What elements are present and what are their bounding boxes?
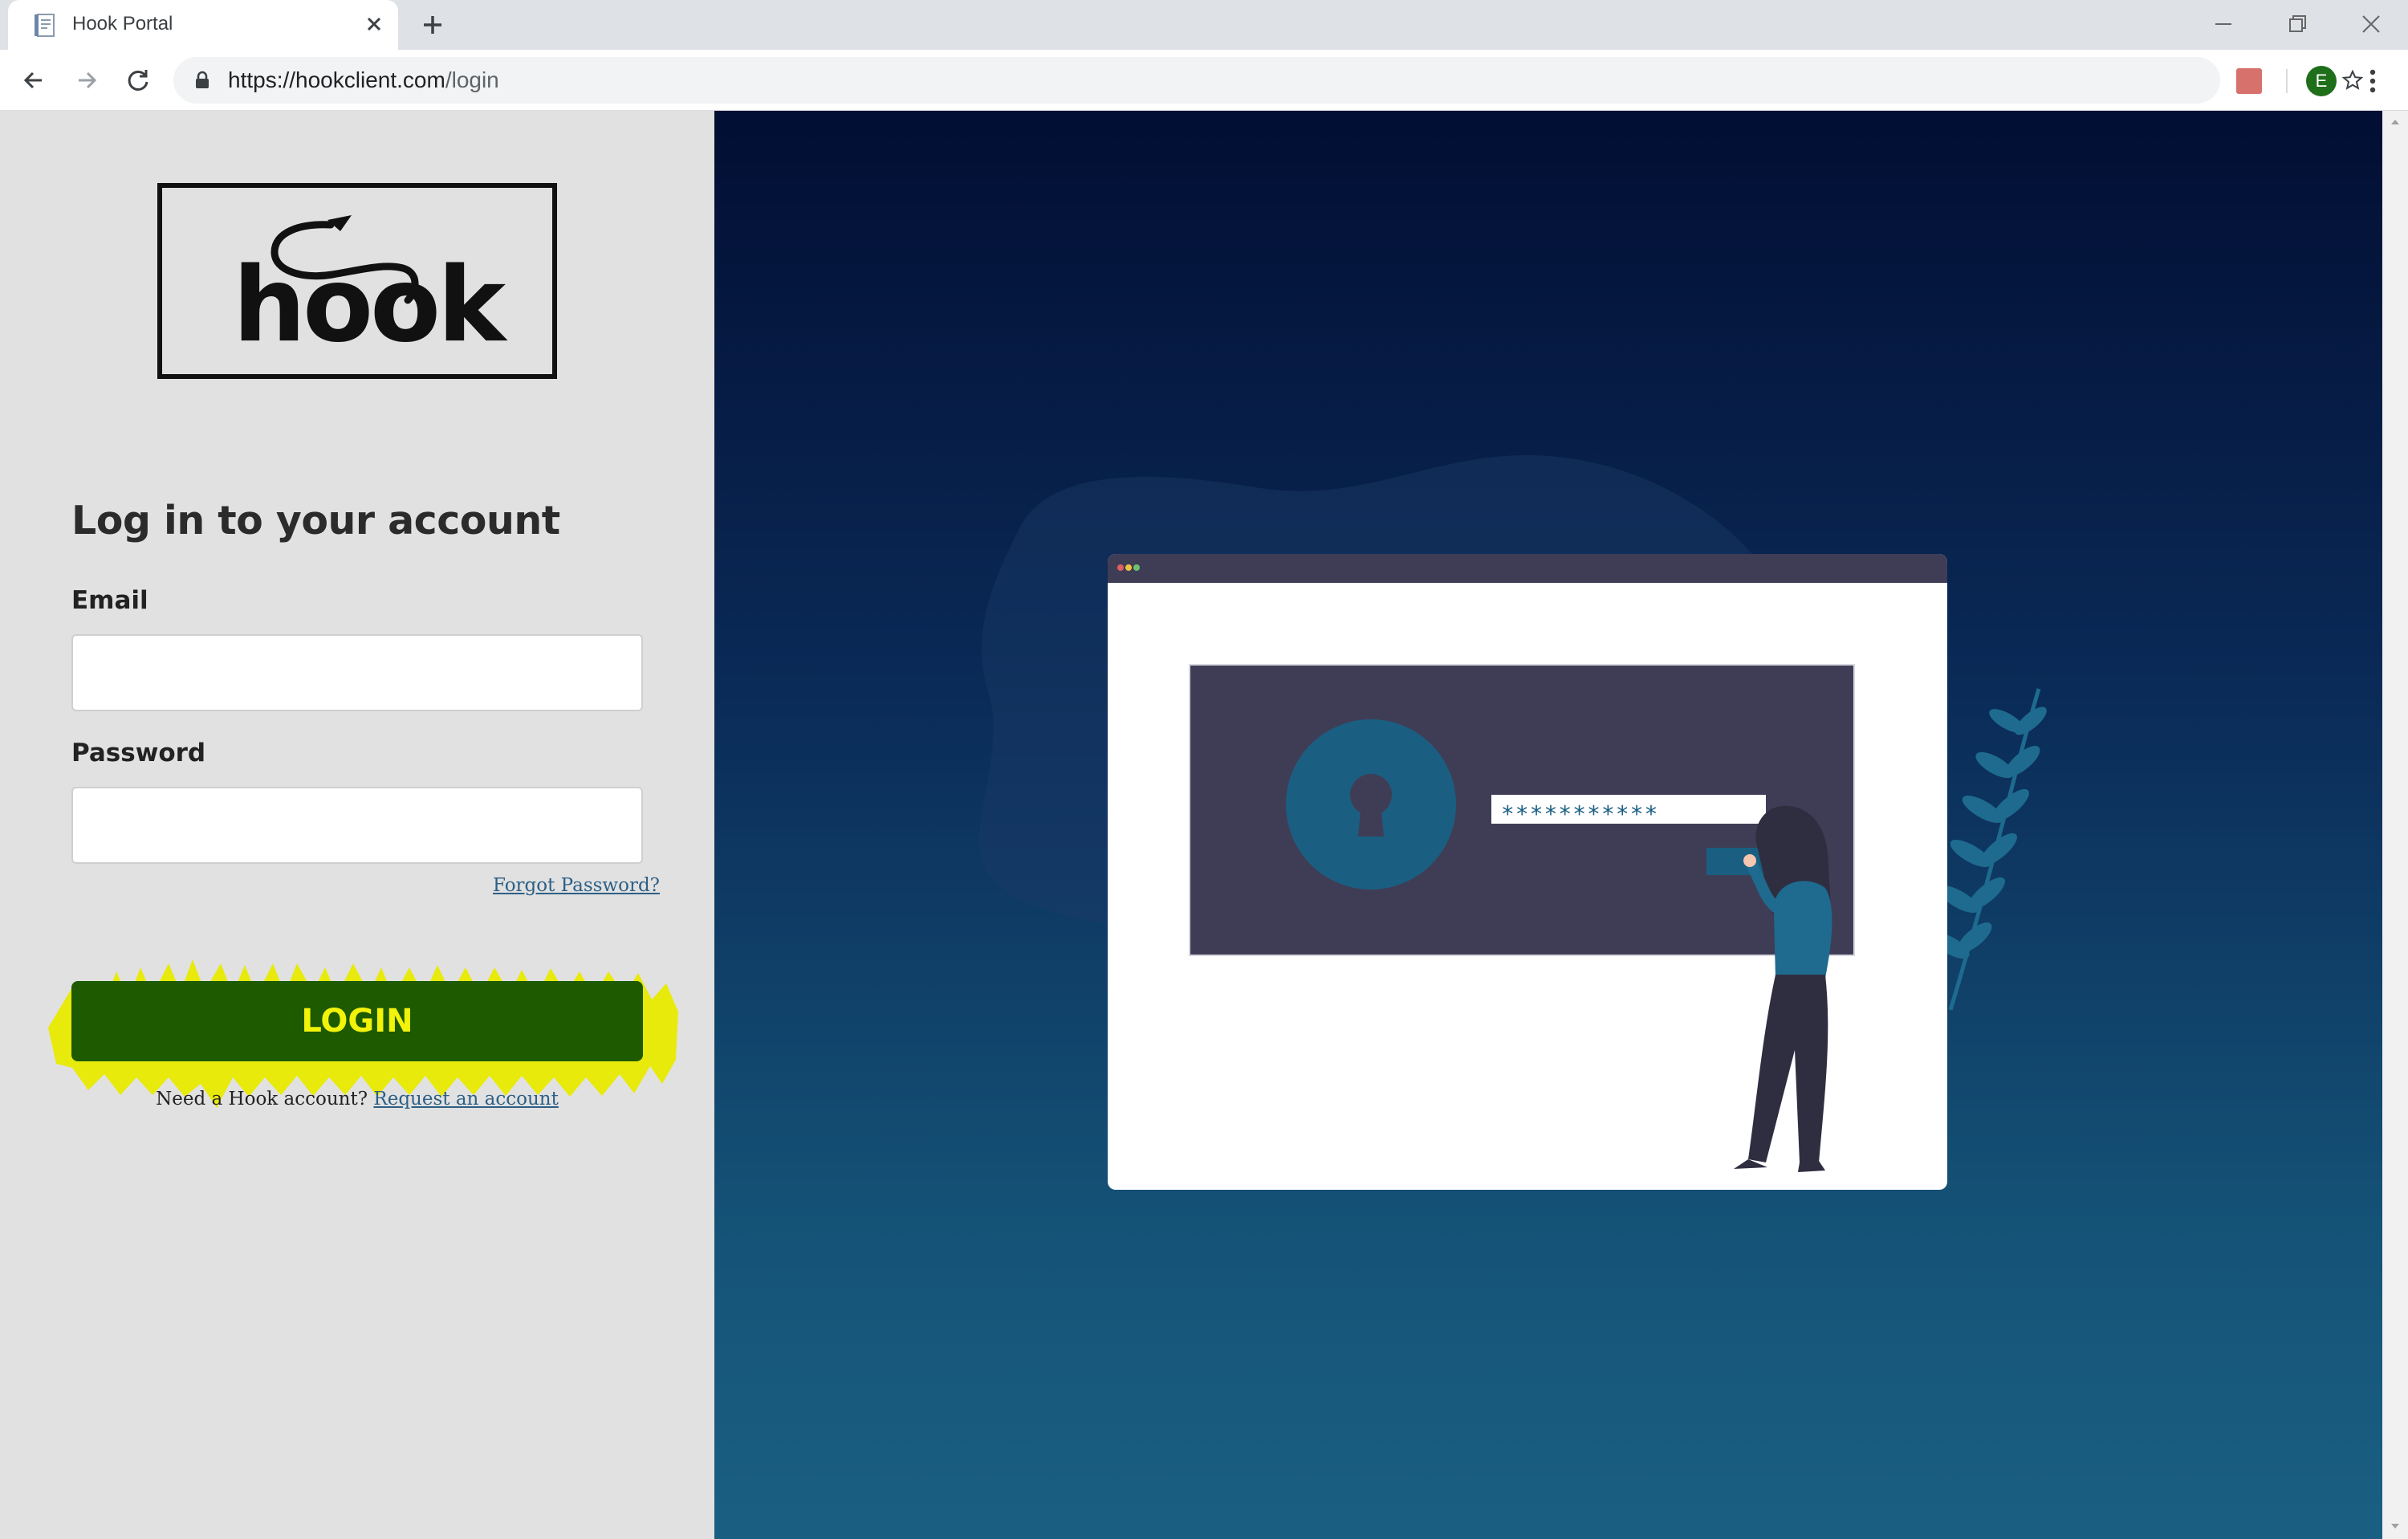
request-account-prompt: Need a Hook account? Request an account bbox=[0, 1089, 714, 1109]
logo-text: hook bbox=[233, 246, 508, 365]
forgot-password-link[interactable]: Forgot Password? bbox=[493, 875, 660, 896]
email-field[interactable] bbox=[71, 634, 643, 711]
password-label: Password bbox=[71, 739, 206, 767]
browser-tab[interactable]: Hook Portal bbox=[8, 0, 398, 50]
tab-title: Hook Portal bbox=[72, 13, 173, 35]
url-text: https://hookclient.com/login bbox=[228, 67, 499, 94]
star-icon[interactable] bbox=[2342, 70, 2363, 91]
hook-logo-mark: hook bbox=[233, 215, 511, 365]
login-button[interactable]: LOGIN bbox=[71, 981, 643, 1061]
arrow-left-icon[interactable] bbox=[18, 64, 50, 96]
reload-icon[interactable] bbox=[122, 64, 154, 96]
url-host: https://hookclient.com bbox=[228, 67, 445, 92]
scrollbar[interactable] bbox=[2382, 111, 2408, 1539]
toolbar-divider bbox=[2286, 69, 2288, 93]
window-close-icon[interactable] bbox=[2353, 6, 2389, 42]
scroll-down-icon[interactable] bbox=[2389, 1520, 2402, 1533]
tab-strip: Hook Portal bbox=[0, 0, 2408, 50]
address-bar[interactable]: https://hookclient.com/login bbox=[173, 57, 2363, 104]
browser-toolbar: https://hookclient.com/login E bbox=[0, 50, 2408, 111]
document-icon bbox=[35, 14, 55, 37]
lock-icon bbox=[196, 71, 209, 88]
page-title: Log in to your account bbox=[71, 498, 560, 544]
password-field[interactable] bbox=[71, 787, 643, 864]
plus-icon[interactable] bbox=[417, 10, 448, 40]
url-path: /login bbox=[445, 67, 499, 92]
page-viewport: hook Log in to your account Email Passwo… bbox=[0, 111, 2408, 1539]
hero-illustration-panel: ∗∗∗∗∗∗∗∗∗∗∗ bbox=[714, 111, 2382, 1539]
profile-avatar[interactable]: E bbox=[2306, 66, 2337, 96]
restore-icon[interactable] bbox=[2280, 6, 2315, 42]
scroll-up-icon[interactable] bbox=[2389, 116, 2402, 128]
arrow-right-icon[interactable] bbox=[71, 64, 103, 96]
close-icon[interactable] bbox=[361, 11, 387, 37]
login-panel: hook Log in to your account Email Passwo… bbox=[0, 111, 714, 1539]
email-label: Email bbox=[71, 586, 148, 615]
login-illustration: ∗∗∗∗∗∗∗∗∗∗∗ bbox=[978, 455, 2047, 1190]
hook-logo: hook bbox=[157, 183, 557, 379]
pdf-icon[interactable] bbox=[2236, 68, 2262, 94]
minimize-icon[interactable] bbox=[2206, 6, 2241, 42]
masked-password: ∗∗∗∗∗∗∗∗∗∗∗ bbox=[1501, 796, 1658, 823]
kebab-menu-icon[interactable] bbox=[2363, 65, 2382, 97]
request-account-link[interactable]: Request an account bbox=[373, 1089, 558, 1109]
request-account-text: Need a Hook account? bbox=[156, 1089, 368, 1109]
